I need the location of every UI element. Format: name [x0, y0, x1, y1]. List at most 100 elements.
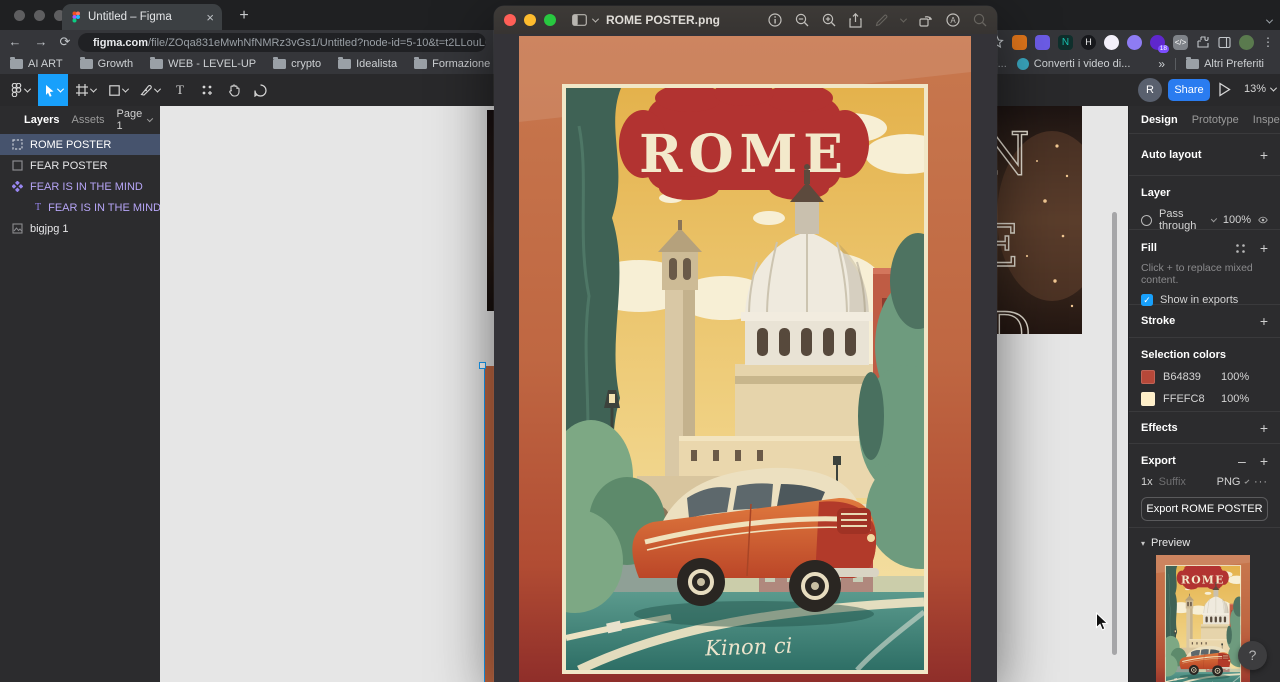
- bookmark-folder[interactable]: Formazione: [414, 58, 490, 70]
- close-traffic-light[interactable]: [504, 14, 516, 26]
- add-stroke-icon[interactable]: +: [1260, 314, 1268, 328]
- cloud-extension-icon[interactable]: [1127, 35, 1142, 50]
- divider: [1175, 58, 1176, 70]
- share-icon[interactable]: [849, 13, 862, 28]
- add-export-icon[interactable]: +: [1260, 454, 1268, 468]
- fear-poster-canvas-sliver[interactable]: [487, 110, 494, 311]
- styles-icon[interactable]: [1235, 243, 1246, 254]
- puzzle-extensions-icon[interactable]: [1196, 35, 1210, 49]
- sidebar-chevron-icon[interactable]: [592, 15, 599, 22]
- page-selector[interactable]: Page 1: [117, 108, 153, 132]
- bookmark-converti[interactable]: Converti i video di...: [1017, 58, 1131, 70]
- zoom-out-icon[interactable]: [795, 13, 809, 27]
- window-close-button[interactable]: [14, 10, 25, 21]
- help-button[interactable]: ?: [1238, 641, 1267, 670]
- h-extension-icon[interactable]: H: [1081, 35, 1096, 50]
- export-suffix-input[interactable]: [1159, 476, 1211, 488]
- move-tool-button[interactable]: [38, 74, 68, 106]
- minimize-traffic-light[interactable]: [524, 14, 536, 26]
- user-avatar[interactable]: R: [1138, 78, 1162, 102]
- main-menu-button[interactable]: [4, 74, 36, 106]
- add-effect-icon[interactable]: +: [1260, 421, 1268, 435]
- tab-close-icon[interactable]: ×: [206, 11, 214, 24]
- export-section-label: Export: [1141, 455, 1176, 467]
- color-opacity[interactable]: 100%: [1221, 393, 1249, 405]
- add-fill-icon[interactable]: +: [1260, 241, 1268, 255]
- layer-row-fear-text[interactable]: T FEAR IS IN THE MIND: [0, 197, 160, 218]
- n-extension-icon[interactable]: N: [1058, 35, 1073, 50]
- text-tool-button[interactable]: T: [168, 74, 192, 106]
- zoom-traffic-light[interactable]: [544, 14, 556, 26]
- fill-hint: Click + to replace mixed content.: [1141, 262, 1268, 286]
- metamask-extension-icon[interactable]: [1012, 35, 1027, 50]
- hand-tool-button[interactable]: [222, 74, 246, 106]
- layer-row-bigjpg[interactable]: bigjpg 1: [0, 218, 160, 239]
- export-scale-dropdown[interactable]: 1x: [1141, 476, 1153, 488]
- purple-extension-icon[interactable]: [1035, 35, 1050, 50]
- sidepanel-icon[interactable]: [1218, 36, 1231, 49]
- fear-poster-canvas-object[interactable]: N E D: [997, 106, 1082, 334]
- frame-tool-button[interactable]: [72, 74, 100, 106]
- back-icon[interactable]: ←: [6, 34, 24, 49]
- layer-opacity-value[interactable]: 100%: [1223, 214, 1251, 226]
- bookmark-folder[interactable]: Growth: [80, 58, 133, 70]
- bookmark-folder[interactable]: WEB - LEVEL-UP: [150, 58, 256, 70]
- annotate-icon[interactable]: A: [946, 13, 960, 27]
- present-icon[interactable]: [1218, 82, 1231, 102]
- new-tab-button[interactable]: +: [234, 6, 254, 26]
- blend-mode-dropdown[interactable]: Pass through: [1159, 208, 1205, 232]
- bookmarks-overflow-chevron[interactable]: »: [1158, 57, 1165, 71]
- profile-avatar[interactable]: [1239, 35, 1254, 50]
- export-format-dropdown[interactable]: PNG: [1217, 476, 1241, 488]
- blend-mode-icon[interactable]: [1141, 215, 1152, 226]
- zoom-level-dropdown[interactable]: 13%: [1244, 83, 1276, 95]
- tab-inspect[interactable]: Inspect: [1253, 114, 1280, 126]
- forward-icon[interactable]: →: [32, 34, 50, 49]
- export-options-icon[interactable]: ···: [1254, 476, 1268, 488]
- browser-tab[interactable]: Untitled – Figma ×: [62, 4, 222, 30]
- bookmark-folder[interactable]: Idealista: [338, 58, 397, 70]
- other-bookmarks-folder[interactable]: Altri Preferiti: [1186, 58, 1264, 70]
- color-swatch[interactable]: [1141, 370, 1155, 384]
- canvas-scrollbar[interactable]: [1112, 212, 1117, 655]
- layer-row-fear-poster[interactable]: FEAR POSTER: [0, 155, 160, 176]
- info-icon[interactable]: [768, 13, 782, 27]
- bookmark-folder[interactable]: crypto: [273, 58, 321, 70]
- sidebar-toggle-icon[interactable]: [572, 14, 587, 26]
- layer-row-fear-component[interactable]: FEAR IS IN THE MIND: [0, 176, 160, 197]
- resources-tool-button[interactable]: [194, 74, 220, 106]
- url-bar[interactable]: figma.com/file/ZOqa831eMwhNfNMRz3vGs1/Un…: [78, 33, 486, 52]
- color-hex[interactable]: FFEFC8: [1163, 393, 1213, 405]
- notification-extension-icon[interactable]: 18: [1150, 35, 1165, 50]
- color-swatch[interactable]: [1141, 392, 1155, 406]
- rotate-icon[interactable]: [919, 14, 933, 27]
- export-rome-poster-button[interactable]: Export ROME POSTER: [1141, 497, 1268, 521]
- tab-design[interactable]: Design: [1141, 114, 1178, 126]
- tab-assets[interactable]: Assets: [71, 114, 104, 126]
- reload-icon[interactable]: ⟳: [56, 34, 74, 50]
- window-minimize-button[interactable]: [34, 10, 45, 21]
- preview-disclosure-triangle[interactable]: ▾: [1141, 539, 1145, 548]
- comment-tool-button[interactable]: [248, 74, 272, 106]
- share-button[interactable]: Share: [1168, 79, 1210, 101]
- code-extension-icon[interactable]: </>: [1173, 35, 1188, 50]
- bookmark-folder[interactable]: AI ART: [10, 58, 63, 70]
- rome-poster-canvas-sliver[interactable]: [484, 366, 494, 682]
- tab-layers[interactable]: Layers: [24, 114, 59, 126]
- visibility-eye-icon[interactable]: [1258, 215, 1268, 225]
- pen-tool-button[interactable]: [136, 74, 164, 106]
- quicklook-titlebar[interactable]: ROME POSTER.png A: [494, 6, 997, 34]
- key-extension-icon[interactable]: [1104, 35, 1119, 50]
- tab-search-chevron-icon[interactable]: [1267, 11, 1272, 29]
- add-auto-layout-icon[interactable]: +: [1260, 148, 1268, 162]
- color-hex[interactable]: B64839: [1163, 371, 1213, 383]
- tab-prototype[interactable]: Prototype: [1192, 114, 1239, 126]
- color-opacity[interactable]: 100%: [1221, 371, 1249, 383]
- zoom-in-icon[interactable]: [822, 13, 836, 27]
- browser-menu-icon[interactable]: ⋮: [1262, 35, 1274, 49]
- remove-export-icon[interactable]: –: [1238, 454, 1246, 468]
- shape-tool-button[interactable]: [104, 74, 132, 106]
- layer-row-rome-poster[interactable]: ROME POSTER: [0, 134, 160, 155]
- image-layer-icon: [12, 223, 23, 234]
- selection-handle[interactable]: [479, 362, 486, 369]
